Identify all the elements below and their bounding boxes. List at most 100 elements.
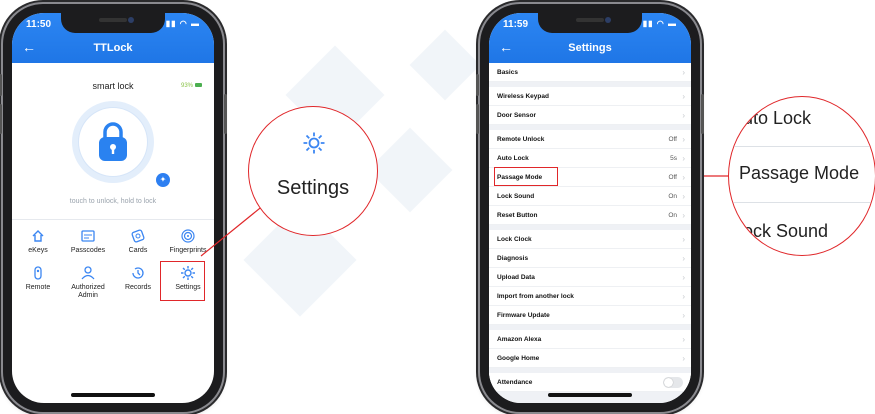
settings-list: Basics › Wireless Keypad › Door Sensor › Re… [489, 63, 691, 403]
right-screen: 11:59 ▮▮ ◠ ▬ ← Settings Basics › Wireless… [489, 13, 691, 403]
records-icon [132, 267, 144, 279]
settings-row-door-sensor[interactable]: Door Sensor › [489, 106, 691, 125]
settings-row-lock-sound[interactable]: Lock Sound On › [489, 187, 691, 206]
remote-icon [34, 266, 42, 280]
chevron-right-icon: › [682, 273, 685, 282]
page-title: Settings [568, 42, 612, 54]
divider [12, 219, 214, 220]
callout-passage-mode: Passage Mode [739, 163, 860, 183]
settings-row-attendance[interactable]: Attendance [489, 373, 691, 392]
attendance-toggle[interactable] [663, 377, 683, 388]
chevron-right-icon: › [682, 311, 685, 320]
row-label: Attendance [497, 379, 533, 386]
fingerprint-icon [181, 229, 195, 243]
home-indicator [71, 393, 155, 397]
menu-label: Passcodes [70, 247, 106, 254]
row-label: Upload Data [497, 274, 535, 281]
settings-row-amazon-alexa[interactable]: Amazon Alexa › [489, 330, 691, 349]
status-time: 11:50 [26, 19, 52, 30]
menu-label: Remote [25, 284, 51, 291]
chevron-right-icon: › [682, 68, 685, 77]
left-screen: 11:50 ▮▮ ◠ ▬ ← TTLock smart lock 93% ✦ t… [12, 13, 214, 403]
passcode-icon [81, 230, 95, 242]
battery-indicator: 93% [181, 83, 202, 89]
status-time: 11:59 [503, 19, 529, 30]
admin-icon [81, 266, 95, 280]
chevron-right-icon: › [682, 192, 685, 201]
row-label: Lock Clock [497, 236, 532, 243]
notch [61, 13, 165, 33]
row-value: On [668, 212, 677, 219]
ekey-icon [32, 230, 44, 242]
callout-settings-label: Settings [276, 177, 350, 199]
row-label: Firmware Update [497, 312, 550, 319]
chevron-right-icon: › [682, 135, 685, 144]
row-label: Remote Unlock [497, 136, 545, 143]
left-phone: 11:50 ▮▮ ◠ ▬ ← TTLock smart lock 93% ✦ t… [0, 4, 227, 412]
status-icons: ▮▮ ◠ ▬ [165, 19, 200, 28]
row-value: On [668, 193, 677, 200]
chevron-right-icon: › [682, 292, 685, 301]
settings-callout: Settings [248, 106, 378, 236]
row-label: Auto Lock [497, 155, 529, 162]
divider [729, 146, 875, 147]
menu-label: eKeys [28, 247, 48, 254]
settings-row-reset-button[interactable]: Reset Button On › [489, 206, 691, 225]
settings-row-lock-clock[interactable]: Lock Clock › [489, 230, 691, 249]
callout-lock-sound: ock Sound [743, 221, 829, 241]
status-icons: ▮▮ ◠ ▬ [642, 19, 677, 28]
settings-row-diagnosis[interactable]: Diagnosis › [489, 249, 691, 268]
settings-row-upload-data[interactable]: Upload Data › [489, 268, 691, 287]
settings-row-basics[interactable]: Basics › [489, 63, 691, 82]
settings-row-import[interactable]: Import from another lock › [489, 287, 691, 306]
chevron-right-icon: › [682, 354, 685, 363]
unlock-hint: touch to unlock, hold to lock [69, 198, 157, 205]
chevron-right-icon: › [682, 173, 685, 182]
menu-records[interactable]: Records [114, 265, 162, 309]
chevron-right-icon: › [682, 111, 685, 120]
row-label: Lock Sound [497, 193, 535, 200]
passage-mode-callout: uto Lock Passage Mode ock Sound [728, 96, 875, 256]
padlock-icon [99, 122, 127, 161]
row-label: Basics [497, 69, 518, 76]
card-icon [131, 229, 145, 243]
divider [729, 202, 875, 203]
chevron-right-icon: › [682, 92, 685, 101]
settings-highlight [160, 261, 205, 301]
right-phone: 11:59 ▮▮ ◠ ▬ ← Settings Basics › Wireless… [476, 4, 704, 412]
callout-auto-lock: uto Lock [743, 108, 812, 128]
page-title: TTLock [93, 42, 133, 54]
settings-row-auto-lock[interactable]: Auto Lock 5s › [489, 149, 691, 168]
row-value: Off [668, 174, 677, 181]
row-label: Amazon Alexa [497, 336, 542, 343]
row-value: 5s [670, 155, 677, 162]
chevron-right-icon: › [682, 335, 685, 344]
watermark-tile [409, 29, 481, 101]
settings-row-google-home[interactable]: Google Home › [489, 349, 691, 368]
row-label: Door Sensor [497, 112, 537, 119]
row-label: Wireless Keypad [497, 93, 549, 100]
battery-level: 93% [180, 83, 193, 89]
menu-label: Records [124, 284, 152, 291]
settings-row-remote-unlock[interactable]: Remote Unlock Off › [489, 130, 691, 149]
row-label: Google Home [497, 355, 540, 362]
row-label: Diagnosis [497, 255, 529, 262]
chevron-right-icon: › [682, 154, 685, 163]
remote-unlock-icon[interactable]: ✦ [156, 173, 170, 187]
passage-mode-highlight [494, 167, 558, 186]
chevron-right-icon: › [682, 235, 685, 244]
settings-row-wireless-keypad[interactable]: Wireless Keypad › [489, 87, 691, 106]
unlock-button[interactable] [72, 101, 154, 183]
chevron-right-icon: › [682, 254, 685, 263]
watermark-tile [367, 127, 453, 213]
chevron-right-icon: › [682, 211, 685, 220]
home-indicator [548, 393, 632, 397]
menu-remote[interactable]: Remote [14, 265, 62, 309]
row-value: Off [668, 136, 677, 143]
row-label: Reset Button [497, 212, 538, 219]
battery-icon [195, 83, 202, 88]
gear-icon [303, 132, 325, 154]
menu-label: Authorized Admin [71, 284, 105, 299]
settings-row-firmware-update[interactable]: Firmware Update › [489, 306, 691, 325]
menu-authorized-admin[interactable]: Authorized Admin [64, 265, 112, 309]
